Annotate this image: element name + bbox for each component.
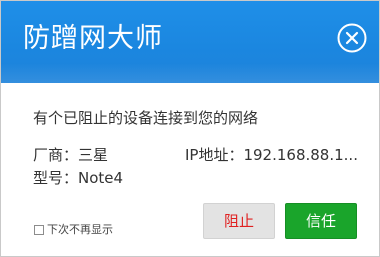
alert-message: 有个已阻止的设备连接到您的网络	[33, 109, 259, 127]
device-vendor: 厂商：三星	[33, 146, 109, 164]
close-icon	[337, 23, 367, 53]
trust-button[interactable]: 信任	[285, 203, 357, 239]
dont-show-again-option[interactable]: 下次不再显示	[34, 223, 113, 237]
title-bar: 防蹭网大师	[1, 1, 379, 83]
close-button[interactable]	[336, 22, 368, 54]
alert-dialog: 防蹭网大师 有个已阻止的设备连接到您的网络 厂商：三星 IP地址：192.168…	[0, 0, 380, 257]
block-button[interactable]: 阻止	[203, 203, 275, 239]
dialog-title: 防蹭网大师	[23, 23, 163, 54]
device-ip: IP地址：192.168.88.1...	[185, 146, 358, 164]
title-bar-shade	[1, 63, 379, 83]
device-model: 型号：Note4	[33, 169, 124, 187]
dont-show-again-label: 下次不再显示	[47, 223, 113, 236]
dont-show-again-checkbox[interactable]	[34, 225, 44, 235]
